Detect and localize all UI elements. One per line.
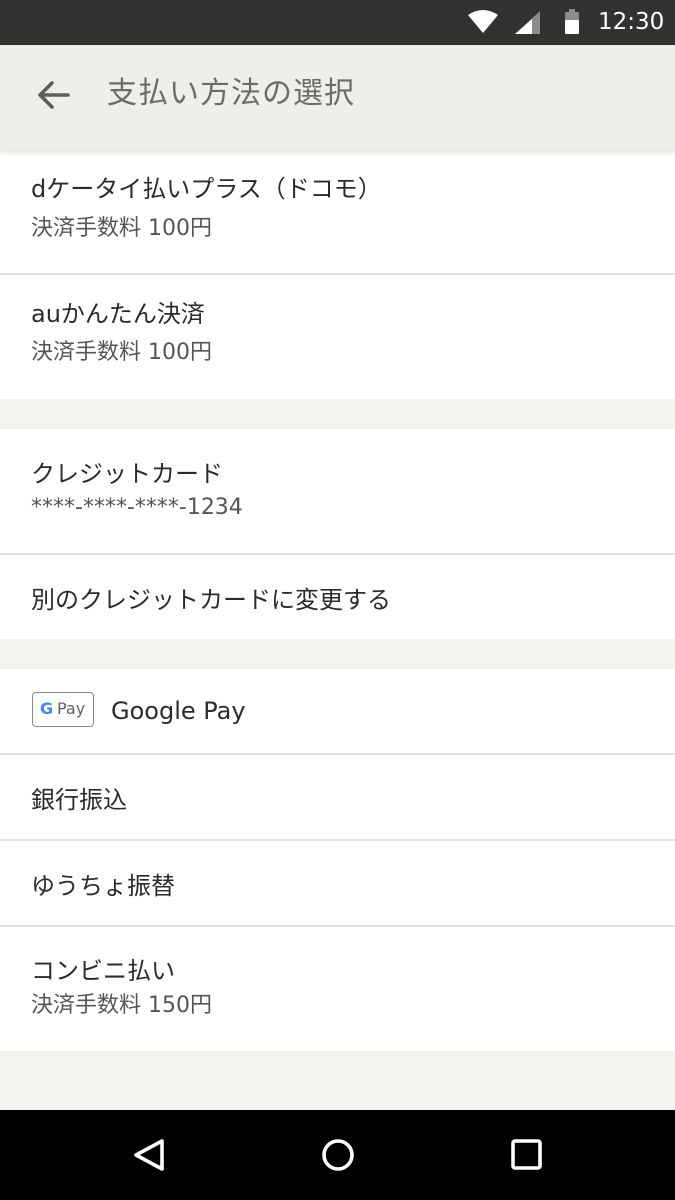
section-gap xyxy=(0,639,675,669)
arrow-left-icon xyxy=(38,81,70,109)
payment-fee-label: 決済手数料 100円 xyxy=(31,340,212,365)
section-gap xyxy=(0,399,675,429)
system-navigation-bar xyxy=(0,1110,675,1200)
payment-option-postal-transfer[interactable]: ゆうちょ振替 xyxy=(0,841,675,927)
card-number-label: ****-****-****-1234 xyxy=(31,495,243,520)
payment-option-credit-card[interactable]: クレジットカード ****-****-****-1234 xyxy=(0,429,675,555)
payment-option-label: コンビニ払い xyxy=(31,957,175,985)
payment-option-convenience-store[interactable]: コンビニ払い 決済手数料 150円 xyxy=(0,927,675,1051)
change-credit-card-option[interactable]: 別のクレジットカードに変更する xyxy=(0,555,675,639)
page-title: 支払い方法の選択 xyxy=(107,76,355,111)
payment-method-screen: 12:30 支払い方法の選択 dケータイ払いプラス（ドコモ） 決済手数料 100… xyxy=(0,0,675,1200)
clock-time: 12:30 xyxy=(598,9,665,35)
payment-option-bank-transfer[interactable]: 銀行振込 xyxy=(0,755,675,841)
nav-home-button[interactable] xyxy=(320,1138,356,1176)
payment-fee-label: 決済手数料 150円 xyxy=(31,993,212,1018)
recents-square-icon xyxy=(511,1139,542,1170)
google-pay-badge-text: Pay xyxy=(57,699,86,718)
change-card-label: 別のクレジットカードに変更する xyxy=(31,586,391,614)
cell-signal-icon xyxy=(515,11,540,34)
nav-recents-button[interactable] xyxy=(509,1138,545,1176)
back-triangle-icon xyxy=(134,1139,164,1171)
payment-option-label: 銀行振込 xyxy=(31,786,127,814)
payment-option-label: Google Pay xyxy=(111,697,246,725)
google-g-icon: G xyxy=(40,699,54,718)
payment-option-label: ゆうちょ振替 xyxy=(31,872,175,900)
payment-method-list: dケータイ払いプラス（ドコモ） 決済手数料 100円 auかんたん決済 決済手数… xyxy=(0,151,675,1051)
nav-back-button[interactable] xyxy=(131,1138,167,1176)
payment-option-label: クレジットカード xyxy=(31,460,223,488)
google-pay-logo: G Pay xyxy=(32,692,94,727)
back-button[interactable] xyxy=(34,75,74,115)
payment-option-label: auかんたん決済 xyxy=(31,300,205,328)
home-circle-icon xyxy=(322,1139,354,1171)
payment-option-au[interactable]: auかんたん決済 決済手数料 100円 xyxy=(0,275,675,399)
status-bar: 12:30 xyxy=(0,0,675,45)
payment-fee-label: 決済手数料 100円 xyxy=(31,216,212,241)
payment-option-google-pay[interactable]: G Pay Google Pay xyxy=(0,669,675,755)
wifi-icon xyxy=(468,10,498,33)
app-bar: 支払い方法の選択 xyxy=(0,45,675,151)
battery-icon xyxy=(565,9,579,34)
payment-option-docomo[interactable]: dケータイ払いプラス（ドコモ） 決済手数料 100円 xyxy=(0,151,675,275)
payment-option-label: dケータイ払いプラス（ドコモ） xyxy=(31,175,382,203)
